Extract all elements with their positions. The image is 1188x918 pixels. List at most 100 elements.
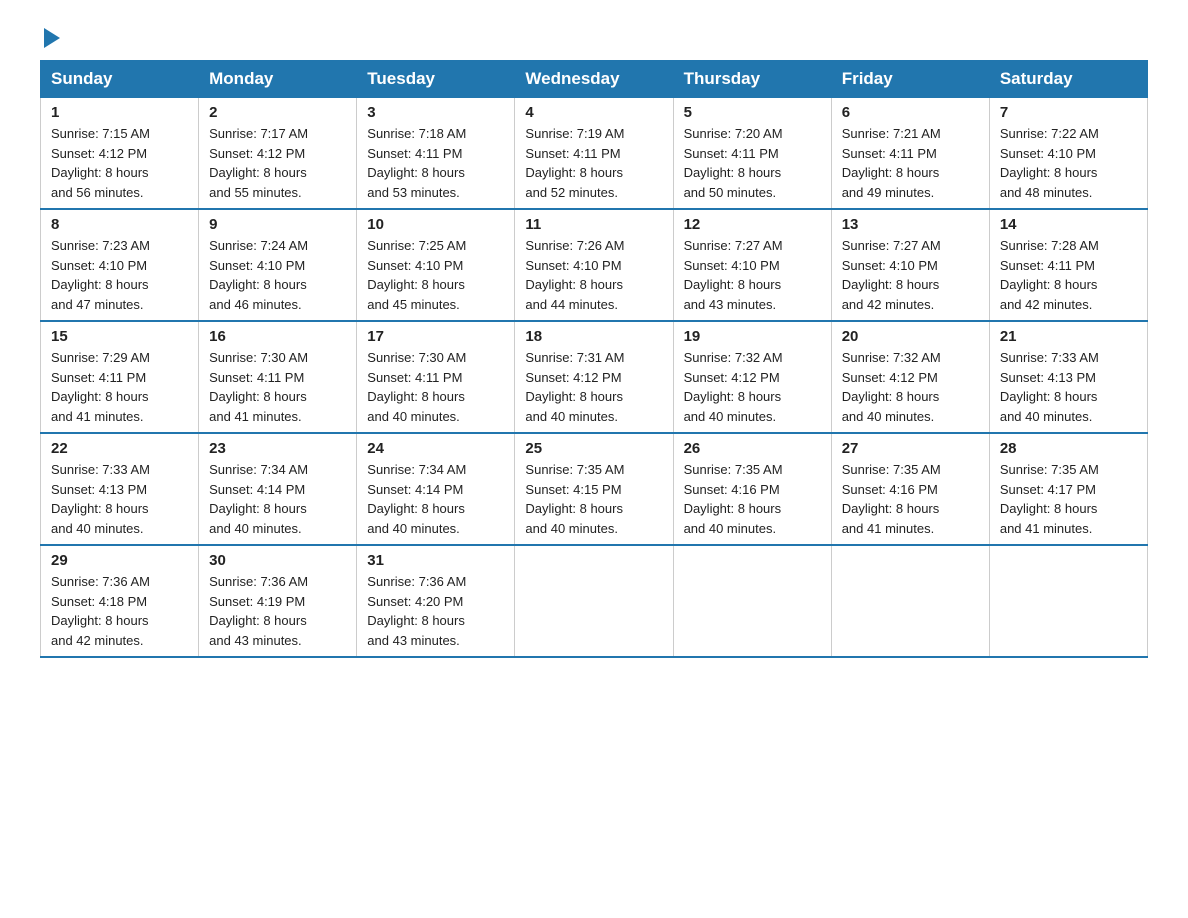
day-number: 20 [842,328,979,345]
day-info: Sunrise: 7:34 AMSunset: 4:14 PMDaylight:… [367,462,466,536]
day-info: Sunrise: 7:25 AMSunset: 4:10 PMDaylight:… [367,238,466,312]
logo-arrow-icon [44,28,60,48]
calendar-cell: 16 Sunrise: 7:30 AMSunset: 4:11 PMDaylig… [199,321,357,433]
day-number: 13 [842,216,979,233]
day-number: 17 [367,328,504,345]
day-number: 7 [1000,104,1137,121]
day-info: Sunrise: 7:27 AMSunset: 4:10 PMDaylight:… [684,238,783,312]
day-number: 21 [1000,328,1137,345]
calendar-cell: 24 Sunrise: 7:34 AMSunset: 4:14 PMDaylig… [357,433,515,545]
calendar-cell: 17 Sunrise: 7:30 AMSunset: 4:11 PMDaylig… [357,321,515,433]
day-number: 23 [209,440,346,457]
calendar-table: SundayMondayTuesdayWednesdayThursdayFrid… [40,60,1148,658]
day-info: Sunrise: 7:26 AMSunset: 4:10 PMDaylight:… [525,238,624,312]
day-info: Sunrise: 7:34 AMSunset: 4:14 PMDaylight:… [209,462,308,536]
day-number: 16 [209,328,346,345]
calendar-cell: 6 Sunrise: 7:21 AMSunset: 4:11 PMDayligh… [831,98,989,210]
calendar-week-row: 29 Sunrise: 7:36 AMSunset: 4:18 PMDaylig… [41,545,1148,657]
day-info: Sunrise: 7:36 AMSunset: 4:18 PMDaylight:… [51,574,150,648]
calendar-cell: 12 Sunrise: 7:27 AMSunset: 4:10 PMDaylig… [673,209,831,321]
day-number: 24 [367,440,504,457]
col-header-tuesday: Tuesday [357,61,515,98]
day-number: 18 [525,328,662,345]
day-info: Sunrise: 7:21 AMSunset: 4:11 PMDaylight:… [842,126,941,200]
calendar-cell: 22 Sunrise: 7:33 AMSunset: 4:13 PMDaylig… [41,433,199,545]
day-number: 28 [1000,440,1137,457]
day-number: 11 [525,216,662,233]
day-info: Sunrise: 7:30 AMSunset: 4:11 PMDaylight:… [209,350,308,424]
day-info: Sunrise: 7:35 AMSunset: 4:15 PMDaylight:… [525,462,624,536]
day-info: Sunrise: 7:36 AMSunset: 4:19 PMDaylight:… [209,574,308,648]
day-number: 4 [525,104,662,121]
calendar-week-row: 22 Sunrise: 7:33 AMSunset: 4:13 PMDaylig… [41,433,1148,545]
day-number: 8 [51,216,188,233]
day-number: 22 [51,440,188,457]
day-number: 1 [51,104,188,121]
day-info: Sunrise: 7:29 AMSunset: 4:11 PMDaylight:… [51,350,150,424]
day-number: 30 [209,552,346,569]
calendar-cell: 29 Sunrise: 7:36 AMSunset: 4:18 PMDaylig… [41,545,199,657]
calendar-cell: 9 Sunrise: 7:24 AMSunset: 4:10 PMDayligh… [199,209,357,321]
calendar-cell: 30 Sunrise: 7:36 AMSunset: 4:19 PMDaylig… [199,545,357,657]
day-number: 15 [51,328,188,345]
day-info: Sunrise: 7:33 AMSunset: 4:13 PMDaylight:… [51,462,150,536]
calendar-cell: 7 Sunrise: 7:22 AMSunset: 4:10 PMDayligh… [989,98,1147,210]
calendar-cell: 25 Sunrise: 7:35 AMSunset: 4:15 PMDaylig… [515,433,673,545]
day-info: Sunrise: 7:23 AMSunset: 4:10 PMDaylight:… [51,238,150,312]
day-number: 14 [1000,216,1137,233]
calendar-cell [989,545,1147,657]
calendar-cell: 3 Sunrise: 7:18 AMSunset: 4:11 PMDayligh… [357,98,515,210]
day-info: Sunrise: 7:35 AMSunset: 4:17 PMDaylight:… [1000,462,1099,536]
calendar-cell [831,545,989,657]
calendar-cell: 28 Sunrise: 7:35 AMSunset: 4:17 PMDaylig… [989,433,1147,545]
calendar-cell: 23 Sunrise: 7:34 AMSunset: 4:14 PMDaylig… [199,433,357,545]
day-info: Sunrise: 7:20 AMSunset: 4:11 PMDaylight:… [684,126,783,200]
col-header-thursday: Thursday [673,61,831,98]
day-info: Sunrise: 7:15 AMSunset: 4:12 PMDaylight:… [51,126,150,200]
calendar-cell: 10 Sunrise: 7:25 AMSunset: 4:10 PMDaylig… [357,209,515,321]
col-header-friday: Friday [831,61,989,98]
calendar-cell: 4 Sunrise: 7:19 AMSunset: 4:11 PMDayligh… [515,98,673,210]
calendar-cell: 2 Sunrise: 7:17 AMSunset: 4:12 PMDayligh… [199,98,357,210]
day-number: 2 [209,104,346,121]
calendar-cell: 20 Sunrise: 7:32 AMSunset: 4:12 PMDaylig… [831,321,989,433]
day-number: 26 [684,440,821,457]
calendar-cell: 8 Sunrise: 7:23 AMSunset: 4:10 PMDayligh… [41,209,199,321]
calendar-cell: 1 Sunrise: 7:15 AMSunset: 4:12 PMDayligh… [41,98,199,210]
day-info: Sunrise: 7:30 AMSunset: 4:11 PMDaylight:… [367,350,466,424]
day-number: 9 [209,216,346,233]
calendar-week-row: 1 Sunrise: 7:15 AMSunset: 4:12 PMDayligh… [41,98,1148,210]
day-number: 6 [842,104,979,121]
day-info: Sunrise: 7:33 AMSunset: 4:13 PMDaylight:… [1000,350,1099,424]
day-number: 25 [525,440,662,457]
calendar-cell: 11 Sunrise: 7:26 AMSunset: 4:10 PMDaylig… [515,209,673,321]
calendar-cell: 13 Sunrise: 7:27 AMSunset: 4:10 PMDaylig… [831,209,989,321]
calendar-cell: 31 Sunrise: 7:36 AMSunset: 4:20 PMDaylig… [357,545,515,657]
calendar-cell: 27 Sunrise: 7:35 AMSunset: 4:16 PMDaylig… [831,433,989,545]
calendar-week-row: 15 Sunrise: 7:29 AMSunset: 4:11 PMDaylig… [41,321,1148,433]
day-number: 19 [684,328,821,345]
calendar-cell [673,545,831,657]
calendar-cell: 5 Sunrise: 7:20 AMSunset: 4:11 PMDayligh… [673,98,831,210]
calendar-cell: 14 Sunrise: 7:28 AMSunset: 4:11 PMDaylig… [989,209,1147,321]
calendar-cell [515,545,673,657]
day-info: Sunrise: 7:36 AMSunset: 4:20 PMDaylight:… [367,574,466,648]
calendar-header-row: SundayMondayTuesdayWednesdayThursdayFrid… [41,61,1148,98]
calendar-cell: 19 Sunrise: 7:32 AMSunset: 4:12 PMDaylig… [673,321,831,433]
day-number: 5 [684,104,821,121]
logo [40,30,60,50]
calendar-cell: 26 Sunrise: 7:35 AMSunset: 4:16 PMDaylig… [673,433,831,545]
day-number: 3 [367,104,504,121]
col-header-monday: Monday [199,61,357,98]
day-info: Sunrise: 7:17 AMSunset: 4:12 PMDaylight:… [209,126,308,200]
day-info: Sunrise: 7:35 AMSunset: 4:16 PMDaylight:… [684,462,783,536]
day-number: 10 [367,216,504,233]
day-info: Sunrise: 7:31 AMSunset: 4:12 PMDaylight:… [525,350,624,424]
day-number: 12 [684,216,821,233]
day-info: Sunrise: 7:22 AMSunset: 4:10 PMDaylight:… [1000,126,1099,200]
day-number: 27 [842,440,979,457]
day-info: Sunrise: 7:19 AMSunset: 4:11 PMDaylight:… [525,126,624,200]
calendar-cell: 18 Sunrise: 7:31 AMSunset: 4:12 PMDaylig… [515,321,673,433]
day-info: Sunrise: 7:27 AMSunset: 4:10 PMDaylight:… [842,238,941,312]
col-header-saturday: Saturday [989,61,1147,98]
